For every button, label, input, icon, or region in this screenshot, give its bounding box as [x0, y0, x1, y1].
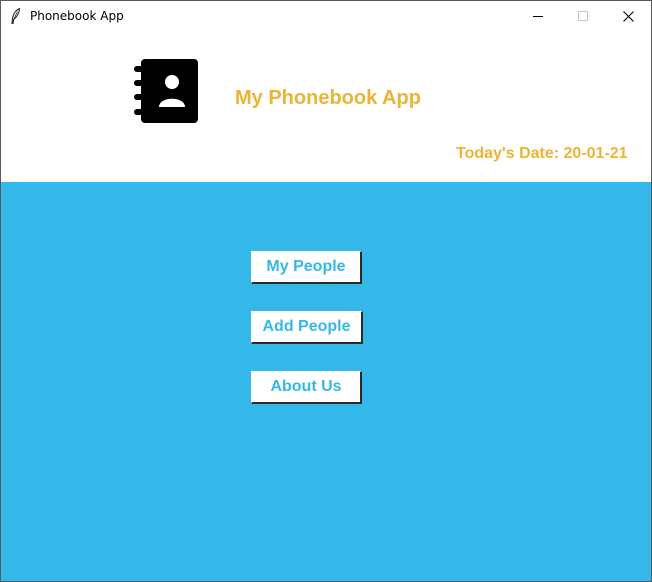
maximize-button[interactable]: [560, 1, 606, 31]
header: My Phonebook App Today's Date: 20-01-21: [1, 32, 651, 182]
todays-date-label: Today's Date: 20-01-21: [456, 145, 628, 162]
minimize-icon: [533, 16, 543, 17]
main-panel: My People Add People About Us: [1, 182, 651, 581]
window-title: Phonebook App: [30, 9, 124, 23]
close-icon: [622, 10, 634, 22]
add-people-button[interactable]: Add People: [251, 311, 363, 344]
feather-icon: [11, 8, 21, 24]
phonebook-contact-icon: [134, 59, 198, 123]
maximize-icon: [578, 11, 588, 21]
title-bar[interactable]: Phonebook App: [1, 1, 651, 32]
app-heading: My Phonebook App: [235, 87, 421, 109]
minimize-button[interactable]: [515, 1, 561, 31]
my-people-button[interactable]: My People: [251, 251, 362, 284]
app-window: Phonebook App My Phonebook App Today's D…: [0, 0, 652, 582]
about-us-button[interactable]: About Us: [251, 371, 362, 404]
close-button[interactable]: [605, 1, 651, 31]
